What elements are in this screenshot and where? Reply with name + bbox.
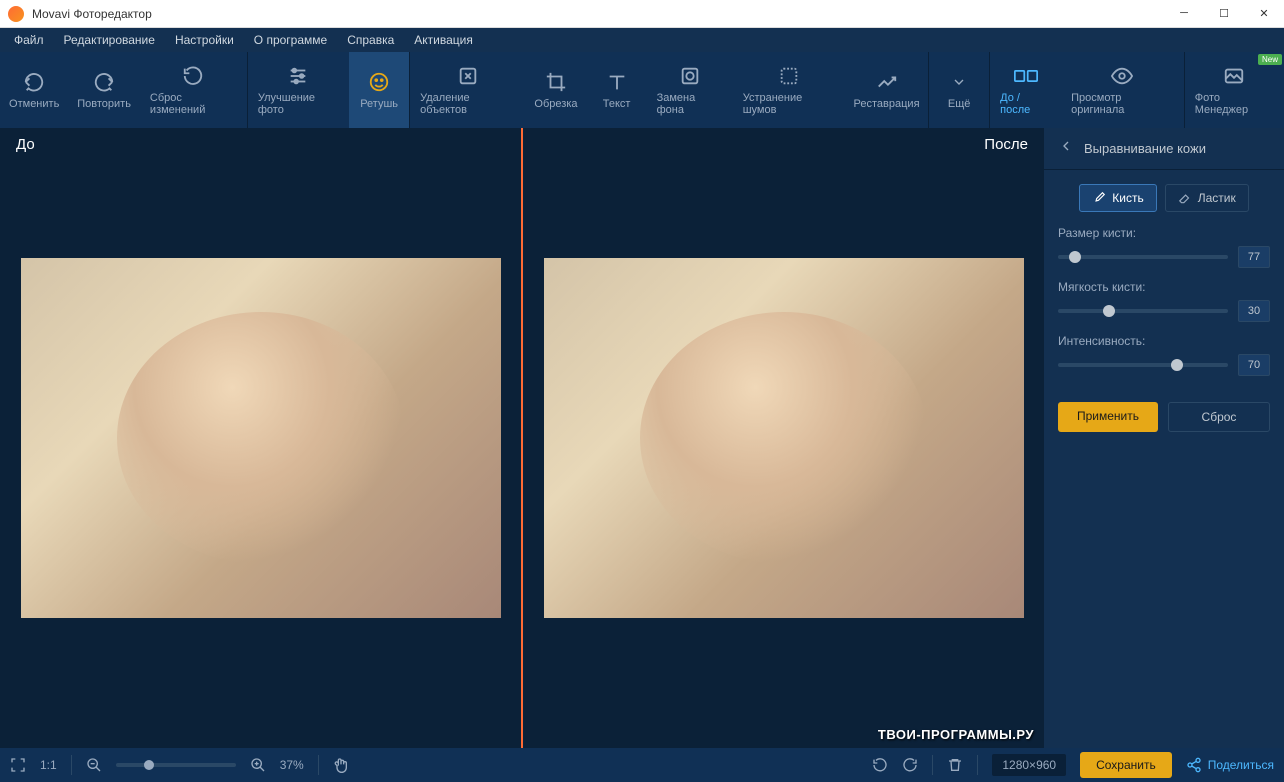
hand-tool-button[interactable] [333,757,349,773]
rotate-right-icon [902,757,918,773]
maximize-button[interactable]: ☐ [1212,7,1236,20]
remove-icon [456,64,480,88]
menu-about[interactable]: О программе [244,33,337,47]
back-button[interactable] [1058,138,1074,159]
rotate-right-button[interactable] [902,757,918,773]
rotate-left-icon [872,757,888,773]
eraser-tab[interactable]: Ластик [1165,184,1249,212]
softness-label: Мягкость кисти: [1058,280,1270,294]
restore-button[interactable]: Реставрация [845,52,928,128]
rotate-left-button[interactable] [872,757,888,773]
zoom-out-button[interactable] [86,757,102,773]
close-button[interactable]: ✕ [1252,7,1276,20]
titlebar: Movavi Фоторедактор ─ ☐ ✕ [0,0,1284,28]
canvas-area: До После ТВОИ-ПРОГРАММЫ.РУ [0,128,1044,748]
fit-button[interactable]: 1:1 [40,758,57,772]
noise-button[interactable]: Устранение шумов [733,52,845,128]
bg-icon [678,64,702,88]
reset-button[interactable]: Сброс [1168,402,1270,432]
reset-changes-button[interactable]: Сброс изменений [140,52,247,128]
side-panel: Выравнивание кожи Кисть Ластик Размер ки… [1044,128,1284,748]
brush-size-slider[interactable] [1058,255,1228,259]
redo-icon [92,70,116,94]
apply-button[interactable]: Применить [1058,402,1158,432]
zoom-in-button[interactable] [250,757,266,773]
minimize-button[interactable]: ─ [1172,7,1196,20]
before-panel: До [0,128,521,748]
eraser-icon [1178,191,1192,205]
brush-icon [1092,191,1106,205]
watermark: ТВОИ-ПРОГРАММЫ.РУ [878,727,1034,742]
restore-icon [875,70,899,94]
softness-value[interactable]: 30 [1238,300,1270,322]
delete-button[interactable] [947,757,963,773]
remove-objects-button[interactable]: Удаление объектов [410,52,525,128]
undo-button[interactable]: Отменить [0,52,68,128]
panel-title: Выравнивание кожи [1084,141,1206,156]
before-after-button[interactable]: До / после [990,52,1061,128]
zoom-percent: 37% [280,758,304,772]
brush-size-value[interactable]: 77 [1238,246,1270,268]
undo-icon [22,70,46,94]
new-badge: New [1258,54,1282,65]
zoom-out-icon [86,757,102,773]
eye-icon [1110,64,1134,88]
menu-help[interactable]: Справка [337,33,404,47]
menu-edit[interactable]: Редактирование [54,33,165,47]
crop-button[interactable]: Обрезка [525,52,586,128]
fullscreen-button[interactable] [10,757,26,773]
share-button[interactable]: Поделиться [1186,757,1274,773]
text-button[interactable]: Текст [587,52,647,128]
softness-slider[interactable] [1058,309,1228,313]
intensity-value[interactable]: 70 [1238,354,1270,376]
sliders-icon [286,64,310,88]
menubar: Файл Редактирование Настройки О программ… [0,28,1284,52]
manager-icon [1222,64,1246,88]
redo-button[interactable]: Повторить [68,52,140,128]
intensity-label: Интенсивность: [1058,334,1270,348]
chevron-down-icon [947,70,971,94]
save-button[interactable]: Сохранить [1080,752,1172,778]
photo-manager-button[interactable]: New Фото Менеджер [1185,52,1284,128]
zoom-in-icon [250,757,266,773]
brush-tab[interactable]: Кисть [1079,184,1156,212]
zoom-slider[interactable] [116,763,236,767]
enhance-button[interactable]: Улучшение фото [248,52,349,128]
menu-file[interactable]: Файл [4,33,54,47]
noise-icon [777,64,801,88]
before-image[interactable] [21,258,501,618]
after-image[interactable] [544,258,1024,618]
compare-icon [1014,64,1038,88]
face-icon [367,70,391,94]
trash-icon [947,757,963,773]
brush-size-label: Размер кисти: [1058,226,1270,240]
window-title: Movavi Фоторедактор [32,7,1172,21]
retouch-button[interactable]: Ретушь [349,52,409,128]
more-button[interactable]: Ещё [929,52,989,128]
view-original-button[interactable]: Просмотр оригинала [1061,52,1184,128]
menu-activation[interactable]: Активация [404,33,483,47]
after-label: После [984,136,1028,153]
fullscreen-icon [10,757,26,773]
share-icon [1186,757,1202,773]
intensity-slider[interactable] [1058,363,1228,367]
before-label: До [16,136,35,153]
crop-icon [544,70,568,94]
toolbar: Отменить Повторить Сброс изменений Улучш… [0,52,1284,128]
after-panel: После ТВОИ-ПРОГРАММЫ.РУ [523,128,1044,748]
statusbar: 1:1 37% 1280×960 Сохранить Поделиться [0,748,1284,782]
background-button[interactable]: Замена фона [647,52,733,128]
app-logo-icon [8,6,24,22]
menu-settings[interactable]: Настройки [165,33,244,47]
hand-icon [333,757,349,773]
image-dimensions: 1280×960 [992,754,1066,776]
text-icon [605,70,629,94]
reset-icon [181,64,205,88]
